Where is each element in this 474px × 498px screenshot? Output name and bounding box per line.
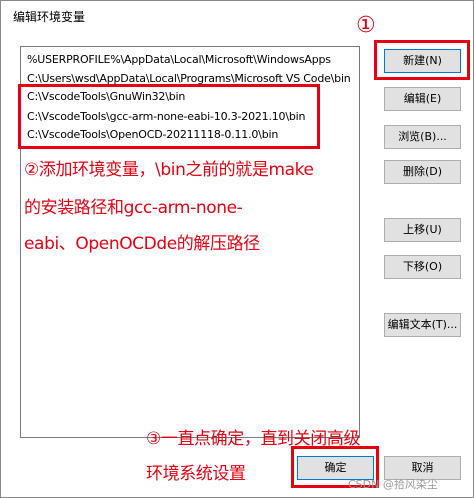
path-item[interactable]: C:\VscodeTools\gcc-arm-none-eabi-10.3-20… [27,110,305,126]
delete-button[interactable]: 删除(D) [384,160,461,184]
step3-text-line1: ③一直点确定，直到关闭高级 [146,429,361,449]
watermark: CSDN @拾风染尘 [348,478,438,491]
dialog-title: 编辑环境变量 [13,10,86,24]
edit-text-button[interactable]: 编辑文本(T)... [384,313,461,337]
path-item[interactable]: C:\VscodeTools\GnuWin32\bin [27,90,185,106]
title-bar[interactable]: 编辑环境变量 [1,1,473,35]
edit-button[interactable]: 编辑(E) [384,87,461,111]
path-item[interactable]: %USERPROFILE%\AppData\Local\Microsoft\Wi… [27,53,331,69]
new-button[interactable]: 新建(N) [384,49,461,73]
step3-text-line2: 环境系统设置 [146,464,246,484]
step2-text-line3: eabi、OpenOCDde的解压路径 [24,234,260,254]
browse-button[interactable]: 浏览(B)... [384,125,461,149]
step2-text-line1: ②添加环境变量，\bin之前的就是make [24,160,314,180]
move-down-button[interactable]: 下移(O) [384,255,461,279]
path-item[interactable]: C:\VscodeTools\OpenOCD-20211118-0.11.0\b… [27,128,278,144]
step1-marker: ① [356,13,376,38]
step2-text-line2: 的安装路径和gcc-arm-none- [24,198,243,218]
move-up-button[interactable]: 上移(U) [384,218,461,242]
path-item[interactable]: C:\Users\wsd\AppData\Local\Programs\Micr… [27,72,351,88]
